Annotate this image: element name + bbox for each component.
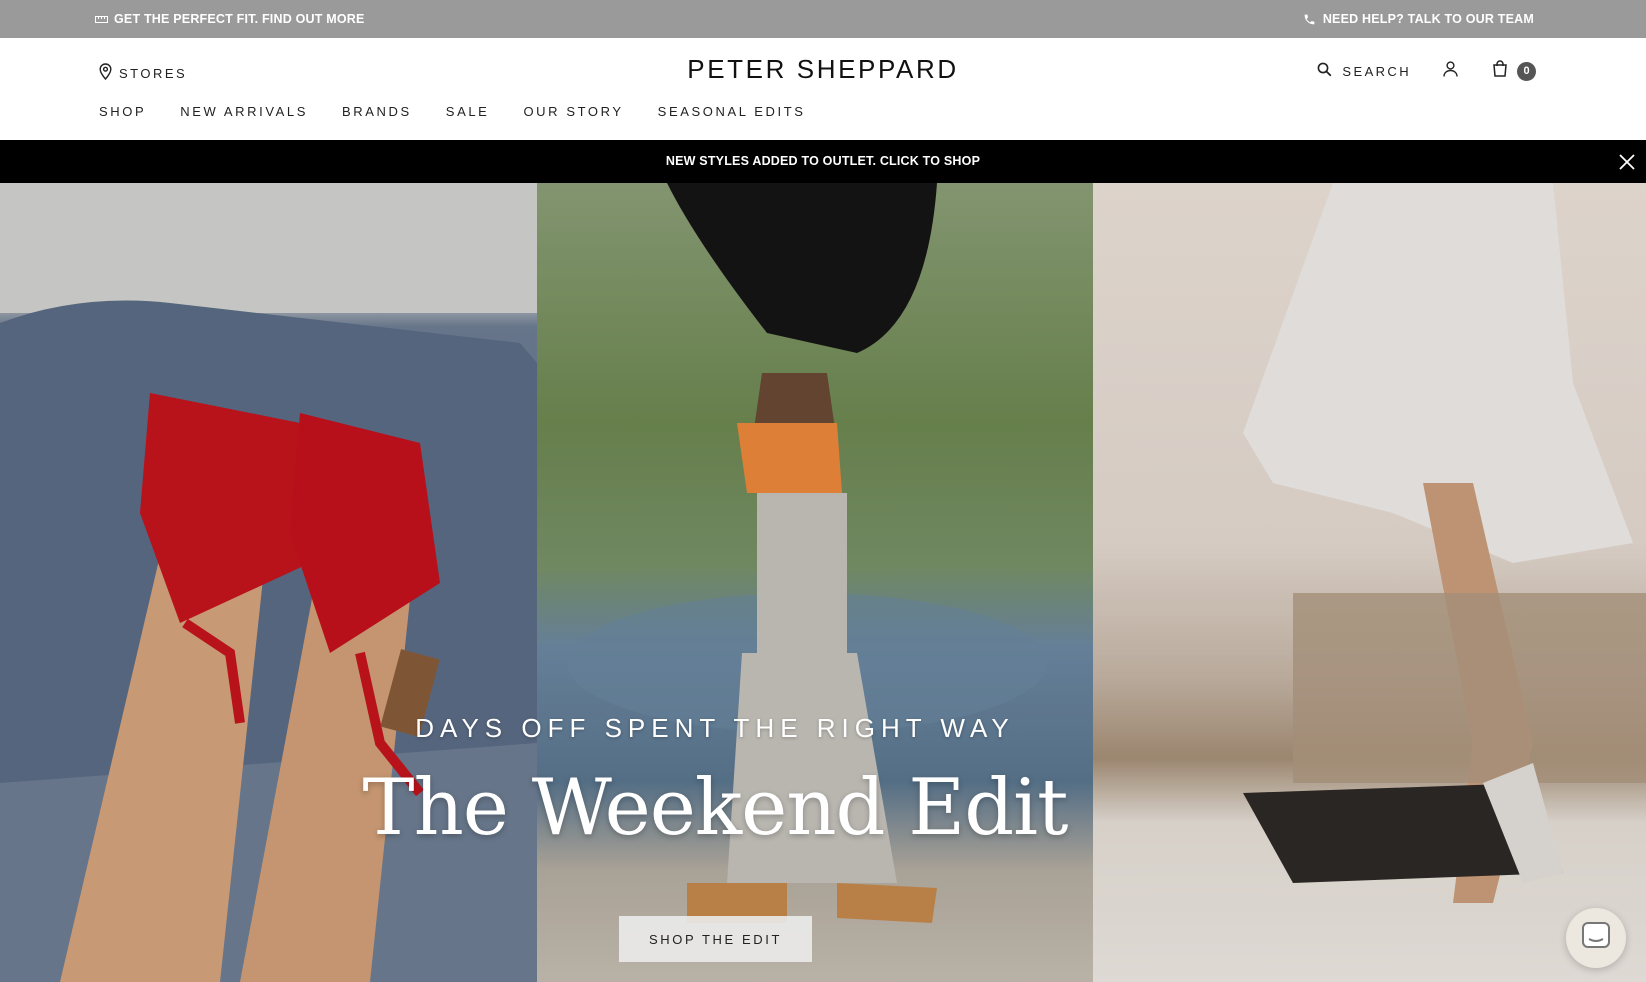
hero-image-right xyxy=(1093,183,1646,982)
user-icon xyxy=(1443,60,1458,82)
search-label: SEARCH xyxy=(1342,63,1411,79)
fit-guide-text: GET THE PERFECT FIT. FIND OUT MORE xyxy=(114,12,365,26)
bag-button[interactable]: 0 xyxy=(1492,60,1536,82)
nav-brands[interactable]: BRANDS xyxy=(342,104,412,119)
ruler-icon xyxy=(95,15,108,24)
hero-kicker: DAYS OFF SPENT THE RIGHT WAY xyxy=(415,713,1015,743)
chat-icon xyxy=(1581,921,1611,956)
hero-image-left xyxy=(0,183,537,982)
nav-sale[interactable]: SALE xyxy=(446,104,490,119)
search-icon xyxy=(1317,62,1332,80)
bag-count-badge: 0 xyxy=(1517,61,1536,81)
hero-image-center xyxy=(537,183,1093,982)
shop-the-edit-button[interactable]: SHOP THE EDIT xyxy=(619,916,812,962)
nav-our-story[interactable]: OUR STORY xyxy=(523,104,623,119)
close-icon[interactable] xyxy=(1616,151,1638,173)
promo-text[interactable]: NEW STYLES ADDED TO OUTLET. CLICK TO SHO… xyxy=(0,140,1646,183)
help-text: NEED HELP? TALK TO OUR TEAM xyxy=(1322,12,1534,26)
nav-shop[interactable]: SHOP xyxy=(99,104,146,119)
site-header: STORES PETER SHEPPARD SEARCH 0 SHOP NEW … xyxy=(0,38,1646,140)
nav-new-arrivals[interactable]: NEW ARRIVALS xyxy=(180,104,308,119)
help-link[interactable]: NEED HELP? TALK TO OUR TEAM xyxy=(1303,0,1534,38)
search-button[interactable]: SEARCH xyxy=(1317,62,1411,80)
account-button[interactable] xyxy=(1443,60,1458,82)
hero-banner[interactable]: DAYS OFF SPENT THE RIGHT WAY The Weekend… xyxy=(0,183,1646,982)
hero-headline: The Weekend Edit xyxy=(362,763,1069,853)
main-nav: SHOP NEW ARRIVALS BRANDS SALE OUR STORY … xyxy=(99,104,840,119)
fit-guide-link[interactable]: GET THE PERFECT FIT. FIND OUT MORE xyxy=(95,0,365,38)
nav-seasonal-edits[interactable]: SEASONAL EDITS xyxy=(658,104,806,119)
phone-icon xyxy=(1303,13,1316,26)
bag-icon xyxy=(1492,60,1508,82)
header-actions: SEARCH 0 xyxy=(1317,60,1536,82)
chat-launcher-button[interactable] xyxy=(1566,908,1626,968)
utility-bar: GET THE PERFECT FIT. FIND OUT MORE NEED … xyxy=(0,0,1646,38)
promo-banner[interactable]: NEW STYLES ADDED TO OUTLET. CLICK TO SHO… xyxy=(0,140,1646,183)
